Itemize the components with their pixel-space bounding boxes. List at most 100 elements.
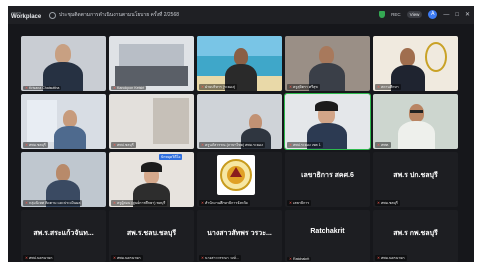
video-tile[interactable]: ✕สพท.	[373, 94, 458, 149]
emblem-icon	[220, 159, 252, 191]
participant-name: ✕สพป.นครนายก	[23, 255, 55, 261]
avatar-tile[interactable]: นางสาวสัทพร วรวะ... ✕นางสาววรรณา วงษ์...	[197, 210, 282, 262]
avatar-tile[interactable]: สพ.ร กพ.ชลบุรี ✕สพม.นครนายก	[373, 210, 458, 262]
participant-name: ✕Kanokpon Ketsiri	[111, 86, 147, 90]
view-button[interactable]: View	[406, 11, 423, 18]
meeting-info-icon[interactable]	[49, 11, 56, 19]
close-button[interactable]: ✕	[465, 11, 470, 18]
app-brand: zoom Workplace	[8, 10, 49, 20]
mic-muted-icon: ✕	[201, 256, 205, 260]
participant-face	[319, 46, 334, 64]
mic-muted-icon: ✕	[113, 143, 117, 147]
avatar-tile[interactable]: สพ.ร ปก.ชลบุรี ✕สพม.ชลบุรี	[373, 152, 458, 207]
wall-panel	[27, 100, 57, 142]
video-tile[interactable]: ✕Kanokpon Ketsiri	[109, 36, 194, 91]
video-tile[interactable]: ✕สถานศึกษา	[373, 36, 458, 91]
user-avatar-icon[interactable]: A	[428, 10, 438, 19]
mic-muted-icon: ✕	[25, 201, 29, 205]
mic-muted-icon: ✕	[201, 201, 205, 205]
participant-name: ✕นางสาววรรณา วงษ์...	[199, 255, 241, 261]
avatar-tile[interactable]: เลขาธิการ สคศ.6 ✕เลขาธิการ	[285, 152, 370, 207]
participant-name: ✕ครูนภัสวรรณ (ภาษาไทย) สพม.ระยอง	[199, 142, 265, 148]
video-tile[interactable]: ✕สพป.ชลบุรี	[109, 94, 194, 149]
video-tile[interactable]: ✕ครูนภัสวรรณ (ภาษาไทย) สพม.ระยอง	[197, 94, 282, 149]
mic-muted-icon: ✕	[289, 257, 293, 261]
room-door	[153, 98, 189, 144]
meeting-title: ประชุมติดตามการดำเนินงานตามนโยบาย ครั้งท…	[59, 12, 179, 18]
mic-muted-icon: ✕	[377, 85, 381, 89]
avatar-tile[interactable]: Ratchakrit ✕Ratchakrit	[285, 210, 370, 262]
zoom-window: zoom Workplace ประชุมติดตามการดำเนินงานต…	[8, 6, 474, 262]
participant-face	[55, 44, 71, 63]
mic-muted-icon: ✕	[25, 256, 29, 260]
mic-muted-icon: ✕	[113, 256, 117, 260]
participant-name: ✕สพม.ชลบุรี	[375, 200, 400, 206]
video-tile-active-speaker[interactable]: ✕สพป.ระยอง เขต 1	[284, 93, 371, 150]
participant-face	[56, 164, 70, 181]
participant-face	[234, 48, 248, 65]
maximize-button[interactable]: □	[455, 12, 459, 18]
participant-name: ✕สพป.ชลบุรี	[111, 142, 136, 148]
participant-name: ✕Krisana Chaisuttha	[23, 86, 62, 90]
participant-face	[63, 110, 77, 127]
mic-muted-icon: ✕	[377, 256, 381, 260]
participant-name: ✕สำนักงานศึกษาธิการจังหวัด	[199, 200, 250, 206]
participant-name: ✕สพป.ระยอง เขต 1	[287, 142, 323, 148]
participant-face	[400, 48, 415, 66]
participant-hair	[141, 162, 162, 172]
participant-name: ✕กลุ่มนิเทศ ติดตาม และประเมินผล	[23, 200, 83, 206]
avatar-tile[interactable]: ✕สำนักงานศึกษาธิการจังหวัด	[197, 152, 282, 207]
participant-body	[398, 121, 435, 149]
participant-display-name: สพ.ร กพ.ชลบุรี	[393, 230, 438, 237]
participant-name: ✕สพม.ชลบุรี	[23, 142, 48, 148]
avatar-tile[interactable]: สพ.ร.สระแก้วจันท... ✕สพป.นครนายก	[21, 210, 106, 262]
mic-muted-icon: ✕	[289, 85, 293, 89]
participant-display-name: สพ.ร ปก.ชลบุรี	[393, 172, 438, 179]
mic-muted-icon: ✕	[377, 201, 381, 205]
mic-muted-icon: ✕	[201, 143, 205, 147]
room-furniture	[115, 66, 188, 86]
participant-display-name: นางสาวสัทพร วรวะ...	[207, 230, 272, 237]
participant-display-name: สพ.ร.สระแก้วจันท...	[33, 230, 94, 237]
video-tile[interactable]: ปักหมุดวิดีโอ ✕ครูผู้สอน (ศูนย์การศึกษา)…	[109, 152, 194, 207]
mic-muted-icon: ✕	[201, 85, 205, 89]
participant-display-name: เลขาธิการ สคศ.6	[301, 172, 354, 179]
title-bar: zoom Workplace ประชุมติดตามการดำเนินงานต…	[8, 6, 474, 24]
participant-name: ✕ครูสุจิตรา ศรีสุข	[287, 84, 320, 90]
rec-indicator[interactable]: REC	[391, 12, 401, 17]
minimize-button[interactable]: —	[443, 12, 449, 18]
mic-muted-icon: ✕	[289, 143, 293, 147]
participant-name: ✕สพท.	[375, 142, 391, 148]
mic-muted-icon: ✕	[113, 201, 117, 205]
security-shield-icon[interactable]	[379, 11, 386, 18]
participant-display-name: สพ.ร.ชลบ.ชลบุรี	[126, 230, 177, 237]
participant-name: ✕สพม.นครนายก	[375, 255, 407, 261]
participant-display-name: Ratchakrit	[310, 228, 345, 235]
participant-face	[409, 104, 424, 122]
titlebar-controls: REC View A — □ ✕	[379, 10, 470, 19]
participant-name: ✕Ratchakrit	[287, 257, 312, 261]
video-tile[interactable]: ✕Krisana Chaisuttha	[21, 36, 106, 91]
wall-logo	[425, 42, 447, 72]
participant-name: ✕ฝ่ายบริหาร (ระยอง)	[199, 84, 238, 90]
participant-hair	[315, 101, 338, 111]
participant-name: ✕สถานศึกษา	[375, 84, 401, 90]
room-wall	[119, 44, 184, 66]
video-tile[interactable]: ✕ฝ่ายบริหาร (ระยอง)	[197, 36, 282, 91]
mic-muted-icon: ✕	[25, 86, 29, 90]
participant-name: ✕เลขาธิการ	[287, 200, 312, 206]
mic-muted-icon: ✕	[113, 86, 117, 90]
organization-logo	[217, 155, 255, 195]
video-tile[interactable]: ✕กลุ่มนิเทศ ติดตาม และประเมินผล	[21, 152, 106, 207]
participant-name: ✕ครูผู้สอน (ศูนย์การศึกษา) ชลบุรี	[111, 200, 168, 206]
mic-muted-icon: ✕	[289, 201, 293, 205]
participant-body	[54, 126, 86, 149]
brand-name: Workplace	[11, 14, 42, 20]
mic-muted-icon: ✕	[25, 143, 29, 147]
video-tile[interactable]: ✕สพม.ชลบุรี	[21, 94, 106, 149]
participant-name: ✕สพม.นครนายก	[111, 255, 143, 261]
mic-muted-icon: ✕	[377, 143, 381, 147]
pin-video-chip[interactable]: ปักหมุดวิดีโอ	[159, 154, 183, 160]
avatar-tile[interactable]: สพ.ร.ชลบ.ชลบุรี ✕สพม.นครนายก	[109, 210, 194, 262]
video-tile[interactable]: ✕ครูสุจิตรา ศรีสุข	[285, 36, 370, 91]
